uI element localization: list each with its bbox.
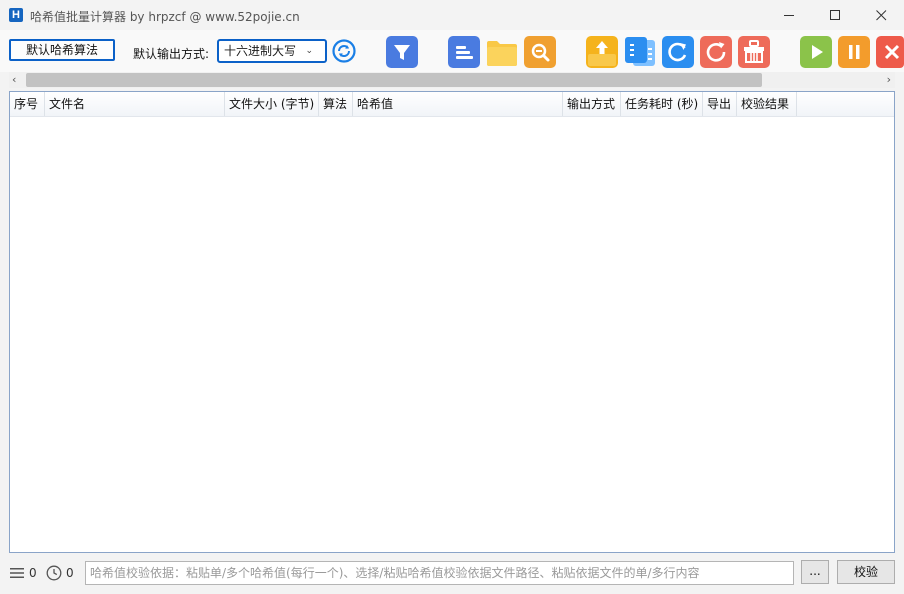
scrollbar-thumb[interactable] — [26, 73, 762, 87]
upload-tray-icon[interactable] — [586, 36, 618, 68]
window-title: 哈希值批量计算器 by hrpzcf @ www.52pojie.cn — [30, 10, 300, 24]
stop-icon[interactable] — [876, 36, 904, 68]
output-mode-select[interactable]: 十六进制大写 ⌄ — [217, 39, 327, 63]
browse-button[interactable]: ... — [801, 560, 829, 584]
refresh-ring-icon[interactable] — [332, 39, 356, 63]
maximize-button[interactable] — [812, 0, 858, 30]
column-header[interactable]: 哈希值 — [353, 92, 563, 116]
folder-icon[interactable] — [486, 36, 518, 68]
status-bar: 0 0 ... 校验 — [0, 554, 904, 594]
column-header[interactable]: 输出方式 — [563, 92, 621, 116]
column-header[interactable]: 算法 — [319, 92, 353, 116]
close-icon — [875, 9, 886, 20]
minimize-icon — [783, 14, 794, 16]
column-header[interactable]: 文件名 — [45, 92, 225, 116]
app-logo-icon: H — [9, 8, 23, 22]
copy-list-icon[interactable] — [624, 36, 656, 68]
table-header: 序号 文件名 文件大小 (字节) 算法 哈希值 输出方式 任务耗时 (秒) 导出… — [10, 92, 894, 117]
file-count: 0 — [29, 566, 37, 580]
minimize-button[interactable] — [766, 0, 812, 30]
column-header[interactable]: 校验结果 — [737, 92, 797, 116]
column-header[interactable]: 任务耗时 (秒) — [621, 92, 703, 116]
reload-icon[interactable] — [700, 36, 732, 68]
filter-icon[interactable] — [386, 36, 418, 68]
list-icon — [10, 568, 24, 578]
maximize-icon — [829, 9, 840, 20]
output-mode-value: 十六进制大写 — [224, 44, 297, 58]
pause-icon[interactable] — [838, 36, 870, 68]
verify-basis-input[interactable] — [85, 561, 794, 585]
column-header[interactable]: 序号 — [10, 92, 45, 116]
chevron-down-icon: ⌄ — [305, 46, 313, 56]
search-zoom-icon[interactable] — [524, 36, 556, 68]
rotate-right-icon[interactable] — [662, 36, 694, 68]
scroll-left-icon[interactable]: ‹ — [12, 73, 16, 86]
title-bar: H 哈希值批量计算器 by hrpzcf @ www.52pojie.cn — [0, 0, 904, 30]
toolbar: 默认哈希算法 默认输出方式: 十六进制大写 ⌄ — [0, 30, 904, 72]
output-mode-label: 默认输出方式: — [133, 47, 210, 61]
clock-icon — [46, 565, 62, 581]
column-header[interactable]: 文件大小 (字节) — [225, 92, 319, 116]
default-algorithm-button[interactable]: 默认哈希算法 — [9, 39, 115, 61]
verify-button[interactable]: 校验 — [837, 560, 895, 584]
scroll-right-icon[interactable]: › — [887, 73, 891, 86]
file-table[interactable]: 序号 文件名 文件大小 (字节) 算法 哈希值 输出方式 任务耗时 (秒) 导出… — [9, 91, 895, 553]
time-count: 0 — [66, 566, 74, 580]
horizontal-scrollbar[interactable]: ‹ › — [9, 72, 895, 88]
basket-icon[interactable] — [738, 36, 770, 68]
play-icon[interactable] — [800, 36, 832, 68]
column-header[interactable]: 导出 — [703, 92, 737, 116]
align-list-icon[interactable] — [448, 36, 480, 68]
close-window-button[interactable] — [858, 0, 904, 30]
